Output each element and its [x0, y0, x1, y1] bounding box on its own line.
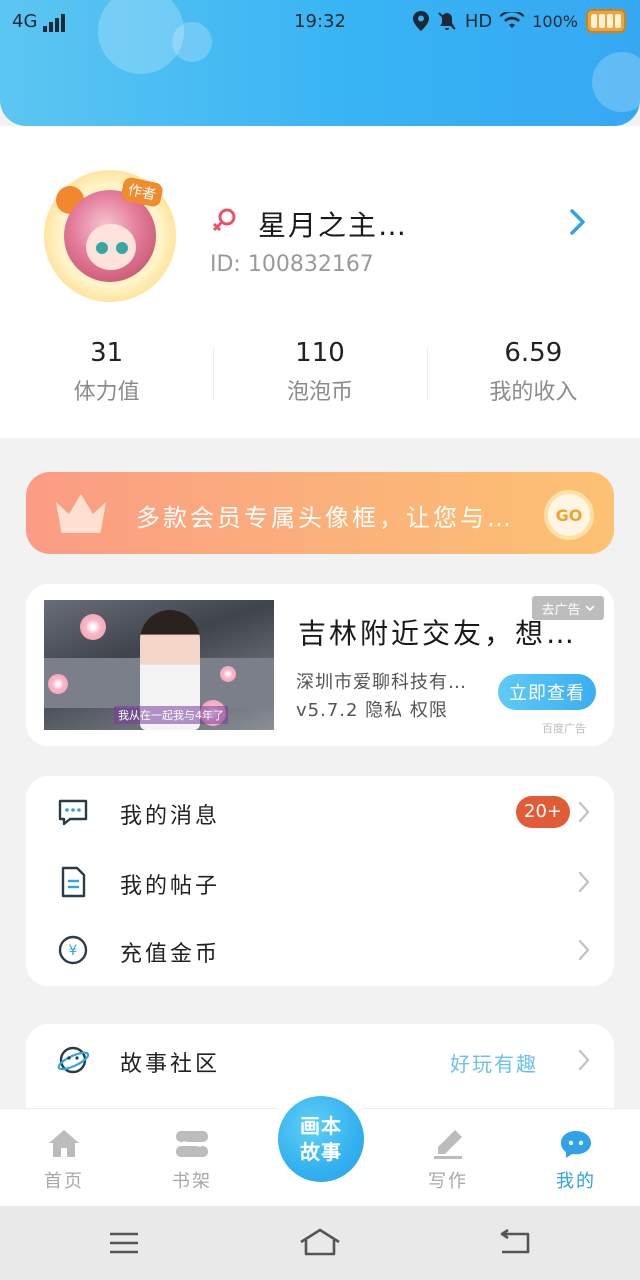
tab-bookshelf[interactable]: 书架 — [142, 1109, 242, 1207]
coin-icon: ¥ — [58, 935, 88, 965]
stats-row: 31 体力值 110 泡泡币 6.59 我的收入 — [0, 336, 640, 416]
bookshelf-icon — [176, 1131, 208, 1157]
menu-icon[interactable] — [104, 1226, 144, 1260]
planet-icon — [57, 1046, 90, 1074]
battery-icon — [586, 9, 626, 33]
home-icon — [49, 1130, 79, 1157]
tab-label: 写作 — [428, 1171, 468, 1192]
female-icon — [212, 208, 236, 232]
stat-label: 泡泡币 — [286, 380, 353, 405]
stat-bubble-coins[interactable]: 110 泡泡币 — [213, 336, 426, 416]
avatar[interactable]: 作者 — [44, 170, 176, 302]
create-story-button[interactable]: 画本 故事 — [278, 1096, 364, 1182]
profile-section: 作者 星月之主… ID: 100832167 31 体力值 110 泡泡币 6.… — [0, 126, 640, 438]
chevron-down-icon — [584, 605, 595, 612]
menu-label: 我的消息 — [120, 804, 221, 829]
stat-stamina[interactable]: 31 体力值 — [0, 336, 213, 416]
ad-meta[interactable]: v5.7.2 隐私 权限 — [296, 696, 448, 722]
menu-item-recharge[interactable]: ¥ 充值金币 — [26, 916, 614, 984]
nickname[interactable]: 星月之主… — [258, 204, 408, 244]
menu-item-messages[interactable]: 我的消息 20+ — [26, 778, 614, 846]
menu-label: 我的帖子 — [120, 874, 221, 899]
stat-value: 6.59 — [504, 338, 563, 368]
system-navigation-bar — [0, 1206, 640, 1280]
community-hint: 好玩有趣 — [450, 1052, 538, 1076]
location-icon — [412, 11, 429, 31]
svg-text:¥: ¥ — [69, 943, 78, 959]
vip-banner[interactable]: 多款会员专属头像框，让您与… GO — [26, 472, 614, 554]
menu-label: 充值金币 — [120, 942, 221, 967]
tab-label: 书架 — [172, 1171, 212, 1192]
tab-label: 首页 — [44, 1171, 84, 1192]
message-icon — [58, 799, 88, 826]
chevron-right-icon — [578, 1049, 590, 1071]
go-button[interactable]: GO — [544, 490, 594, 540]
menu-item-community[interactable]: 故事社区 好玩有趣 — [26, 1026, 614, 1094]
chevron-right-icon[interactable] — [568, 208, 588, 236]
tab-write[interactable]: 写作 — [398, 1109, 498, 1207]
back-icon[interactable] — [494, 1226, 534, 1260]
ad-company: 深圳市爱聊科技有… — [296, 672, 467, 693]
menu-label: 故事社区 — [120, 1052, 221, 1077]
decorative-bubble — [592, 52, 640, 112]
user-id: ID: 100832167 — [210, 252, 374, 277]
status-bar: 4G 19:32 HD 100% — [0, 0, 640, 44]
stat-income[interactable]: 6.59 我的收入 — [426, 336, 640, 416]
battery-percent: 100% — [532, 11, 578, 31]
vip-banner-text: 多款会员专属头像框，让您与… — [136, 504, 514, 532]
wifi-icon — [500, 12, 525, 28]
crown-icon — [56, 494, 106, 533]
ad-card[interactable]: 我从在一起我与4年了 去广告 吉林附近交友，想… 深圳市爱聊科技有… v5.7.… — [26, 584, 614, 746]
fab-label-line2: 故事 — [300, 1140, 342, 1164]
ad-image-caption: 我从在一起我与4年了 — [114, 706, 228, 724]
mute-icon — [438, 12, 456, 30]
document-icon — [61, 866, 86, 898]
pencil-icon — [434, 1130, 462, 1159]
menu-item-posts[interactable]: 我的帖子 — [26, 848, 614, 916]
stat-label: 我的收入 — [489, 380, 578, 405]
menu-card: 我的消息 20+ 我的帖子 ¥ 充值金币 — [26, 776, 614, 986]
ad-title: 吉林附近交友，想… — [298, 617, 578, 650]
chevron-right-icon — [578, 801, 590, 823]
stat-value: 31 — [90, 338, 124, 368]
hd-indicator: HD — [464, 10, 493, 32]
chat-bubble-icon — [561, 1131, 591, 1158]
ad-image[interactable]: 我从在一起我与4年了 — [44, 600, 274, 730]
chevron-right-icon — [578, 871, 590, 893]
tab-mine[interactable]: 我的 — [526, 1109, 626, 1207]
stat-value: 110 — [295, 338, 345, 368]
home-button-icon[interactable] — [298, 1226, 342, 1260]
message-count-badge: 20+ — [516, 796, 570, 828]
tab-label: 我的 — [556, 1171, 596, 1192]
tab-home[interactable]: 首页 — [14, 1109, 114, 1207]
chevron-right-icon — [578, 939, 590, 961]
fab-label-line1: 画本 — [300, 1114, 342, 1138]
ad-source: 百度广告 — [542, 722, 586, 735]
view-now-button[interactable]: 立即查看 — [498, 674, 596, 710]
stat-label: 体力值 — [73, 380, 140, 405]
